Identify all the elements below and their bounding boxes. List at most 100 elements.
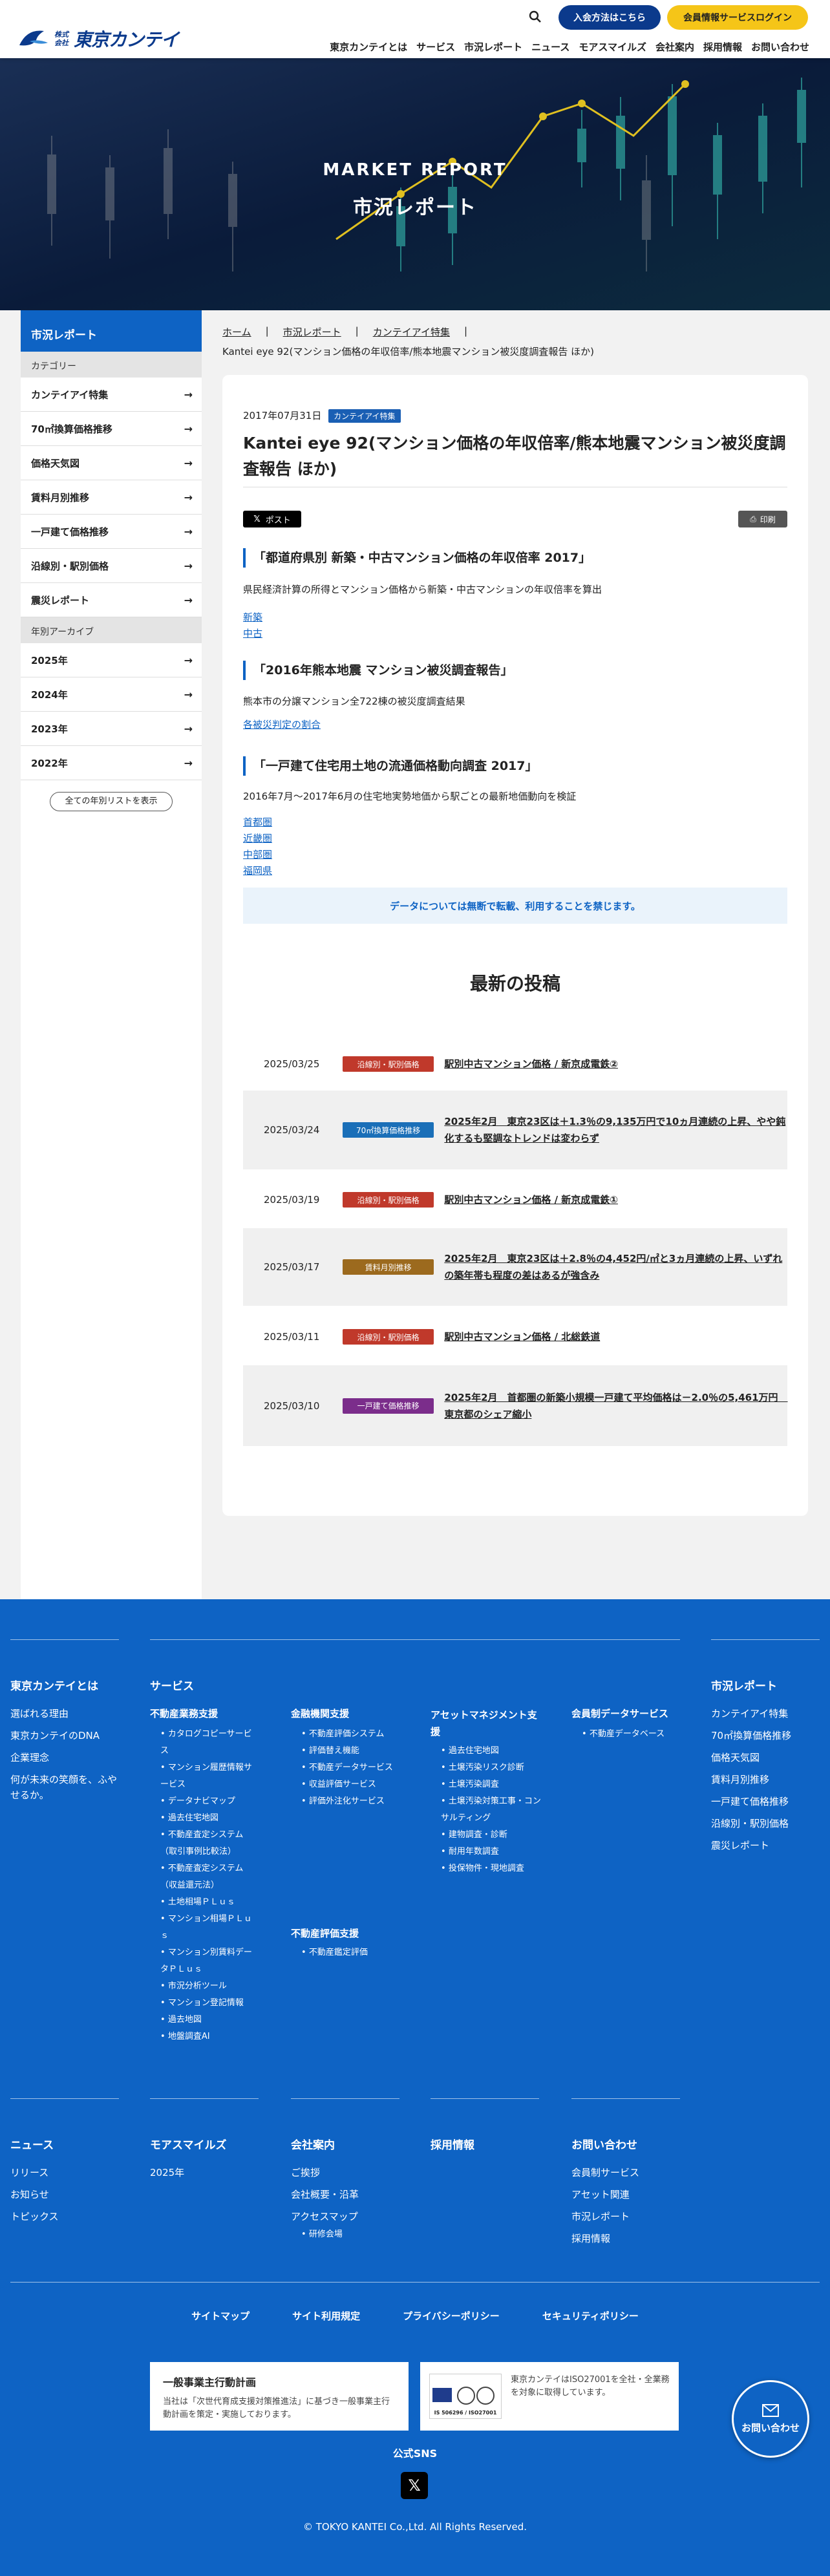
footer-link[interactable]: 過去地図 — [160, 2012, 257, 2028]
footer-link[interactable]: 市況分析ツール — [160, 1978, 257, 1995]
footer-service-col1-heading[interactable]: 不動産業務支援 — [150, 1707, 218, 1720]
list-item[interactable]: 2025/03/10 一戸建て価格推移 2025年2月 首都圏の新築小規模一戸建… — [243, 1365, 788, 1446]
footer-news-heading[interactable]: ニュース — [10, 2136, 54, 2152]
sidebar-item-kantei-eye[interactable]: カンテイアイ特集 → — [21, 378, 202, 412]
nav-service[interactable]: サービス — [416, 40, 455, 54]
footer-service-col3-heading[interactable]: アセットマネジメント支援 — [431, 1707, 540, 1740]
footer-link[interactable]: お知らせ — [10, 2184, 59, 2206]
footer-link[interactable]: データナビマップ — [160, 1793, 257, 1810]
nav-company[interactable]: 会社案内 — [655, 40, 694, 54]
footer-link[interactable]: カンテイアイ特集 — [711, 1703, 821, 1725]
footer-link[interactable]: マンション登記情報 — [160, 1995, 257, 2012]
link-damage-ratio[interactable]: 各被災判定の割合 — [243, 718, 321, 731]
footer-service-heading[interactable]: サービス — [150, 1677, 194, 1693]
sidebar-year-2025[interactable]: 2025年 → — [21, 643, 202, 677]
footer-company-heading[interactable]: 会社案内 — [291, 2136, 335, 2152]
footer-link[interactable]: 賃料月別推移 — [711, 1769, 821, 1791]
sidebar-year-2023[interactable]: 2023年 → — [21, 712, 202, 746]
membership-entry-button[interactable]: 入会方法はこちら — [559, 5, 661, 30]
footer-link[interactable]: リリース — [10, 2162, 59, 2184]
footer-link[interactable]: マンション相場ＰＬｕｓ — [160, 1911, 257, 1944]
x-social-icon[interactable]: 𝕏 — [401, 2472, 428, 2499]
footer-service-col2-heading[interactable]: 金融機関支援 — [291, 1707, 349, 1720]
link-shinchiku[interactable]: 新築 — [243, 610, 262, 624]
nav-news[interactable]: ニュース — [531, 40, 569, 54]
footer-link[interactable]: 評価外注化サービス — [301, 1793, 411, 1810]
footer-link[interactable]: マンション履歴情報サービス — [160, 1760, 257, 1793]
sidebar-item-price-weather-map[interactable]: 価格天気図 → — [21, 446, 202, 480]
list-item[interactable]: 2025/03/11 沿線別・駅別価格 駅別中古マンション価格 / 北総鉄道 — [243, 1320, 787, 1354]
footer-link[interactable]: 評価替え機能 — [301, 1743, 411, 1760]
footer-link[interactable]: 一戸建て価格推移 — [711, 1791, 821, 1813]
footer-link[interactable]: 研修会場 — [301, 2226, 343, 2243]
footer-link[interactable]: 不動産データサービス — [301, 1760, 411, 1776]
x-post-button[interactable]: 𝕏 ポスト — [243, 511, 301, 527]
footer-link[interactable]: 不動産鑑定評価 — [301, 1944, 411, 1961]
footer-link[interactable]: アセット関連 — [571, 2184, 639, 2206]
link-fukuoka[interactable]: 福岡県 — [243, 864, 272, 877]
footer-contact-heading[interactable]: お問い合わせ — [571, 2136, 637, 2152]
footer-link[interactable]: 70㎡換算価格推移 — [711, 1725, 821, 1747]
footer-service-col4-heading[interactable]: 会員制データサービス — [571, 1707, 668, 1720]
footer-link[interactable]: 耐用年数調査 — [441, 1844, 544, 1860]
footer-link[interactable]: 不動産データベース — [582, 1726, 685, 1743]
link-kinki[interactable]: 近畿圏 — [243, 831, 272, 845]
footer-link[interactable]: 土地相場ＰＬｕｓ — [160, 1894, 257, 1911]
breadcrumb-market-report[interactable]: 市況レポート — [283, 325, 341, 339]
action-plan-box[interactable]: 一般事業主行動計画 当社は「次世代育成支援対策推進法」に基づき一般事業主行動計画… — [150, 2362, 409, 2431]
footer-link[interactable]: 不動産評価システム — [301, 1726, 411, 1743]
footer-link[interactable]: 地盤調査AI — [160, 2028, 257, 2045]
list-item[interactable]: 2025/03/19 沿線別・駅別価格 駅別中古マンション価格 / 新京成電鉄① — [243, 1183, 787, 1217]
footer-link[interactable]: 不動産査定システム（収益還元法） — [160, 1860, 257, 1894]
footer-link[interactable]: 不動産査定システム（取引事例比較法） — [160, 1827, 257, 1860]
footer-link[interactable]: 過去住宅地図 — [160, 1810, 257, 1827]
breadcrumb-home[interactable]: ホーム — [222, 325, 251, 339]
footer-market-heading[interactable]: 市況レポート — [711, 1677, 777, 1693]
terms-link[interactable]: サイト利用規定 — [292, 2309, 360, 2323]
footer-moresmiles-heading[interactable]: モアスマイルズ — [150, 2136, 227, 2152]
member-login-button[interactable]: 会員情報サービスログイン — [667, 5, 808, 30]
list-item[interactable]: 2025/03/24 70㎡換算価格推移 2025年2月 東京23区は＋1.3％… — [243, 1091, 787, 1169]
site-logo[interactable]: 株式会社 東京カンテイ — [18, 26, 179, 52]
footer-link[interactable]: カタログコピーサービス — [160, 1726, 257, 1760]
footer-link[interactable]: 会員制サービス — [571, 2162, 639, 2184]
nav-market-report[interactable]: 市況レポート — [464, 40, 522, 54]
footer-link[interactable]: 投保物件・現地調査 — [441, 1860, 544, 1877]
sidebar-year-2024[interactable]: 2024年 → — [21, 677, 202, 712]
link-shutoken[interactable]: 首都圏 — [243, 815, 272, 829]
footer-link[interactable]: 何が未来の笑顔を、ふやせるか。 — [10, 1772, 120, 1803]
footer-link[interactable]: 価格天気図 — [711, 1747, 821, 1769]
link-chuko[interactable]: 中古 — [243, 626, 262, 640]
sidebar-item-station-price[interactable]: 沿線別・駅別価格 → — [21, 549, 202, 583]
nav-moresmiles[interactable]: モアスマイルズ — [579, 40, 646, 54]
footer-about-heading[interactable]: 東京カンテイとは — [10, 1677, 98, 1693]
footer-link[interactable]: 震災レポート — [711, 1835, 821, 1857]
all-years-button[interactable]: 全ての年別リストを表示 — [50, 792, 173, 811]
footer-link[interactable]: 選ばれる理由 — [10, 1703, 120, 1725]
footer-service-col2b-heading[interactable]: 不動産評価支援 — [291, 1926, 359, 1940]
footer-link[interactable]: 市況レポート — [571, 2206, 639, 2228]
footer-link[interactable]: 企業理念 — [10, 1747, 120, 1769]
privacy-policy-link[interactable]: プライバシーポリシー — [403, 2309, 500, 2323]
footer-link[interactable]: 過去住宅地図 — [441, 1743, 544, 1760]
search-icon[interactable] — [527, 9, 543, 25]
nav-recruit[interactable]: 採用情報 — [703, 40, 742, 54]
footer-link[interactable]: 収益評価サービス — [301, 1776, 411, 1793]
sidebar-item-70m2[interactable]: 70㎡換算価格推移 → — [21, 412, 202, 446]
print-button[interactable]: ⎙ 印刷 — [738, 511, 787, 527]
sidebar-year-2022[interactable]: 2022年 → — [21, 746, 202, 780]
footer-recruit-heading[interactable]: 採用情報 — [431, 2136, 474, 2152]
list-item[interactable]: 2025/03/25 沿線別・駅別価格 駅別中古マンション価格 / 新京成電鉄② — [243, 1047, 787, 1081]
footer-link[interactable]: 2025年 — [150, 2162, 184, 2184]
footer-link[interactable]: 土壌汚染リスク診断 — [441, 1760, 544, 1776]
contact-floating-button[interactable]: お問い合わせ — [732, 2380, 809, 2458]
security-policy-link[interactable]: セキュリティポリシー — [542, 2309, 639, 2323]
nav-contact[interactable]: お問い合わせ — [751, 40, 809, 54]
footer-link[interactable]: アクセスマップ — [291, 2206, 359, 2228]
footer-link[interactable]: 土壌汚染対策工事・コンサルティング — [441, 1793, 544, 1827]
sidebar-item-rent-monthly[interactable]: 賃料月別推移 → — [21, 480, 202, 515]
footer-link[interactable]: 土壌汚染調査 — [441, 1776, 544, 1793]
footer-link[interactable]: 建物調査・診断 — [441, 1827, 544, 1844]
footer-link[interactable]: 東京カンテイのDNA — [10, 1725, 120, 1747]
sidebar-item-disaster-report[interactable]: 震災レポート → — [21, 583, 202, 617]
